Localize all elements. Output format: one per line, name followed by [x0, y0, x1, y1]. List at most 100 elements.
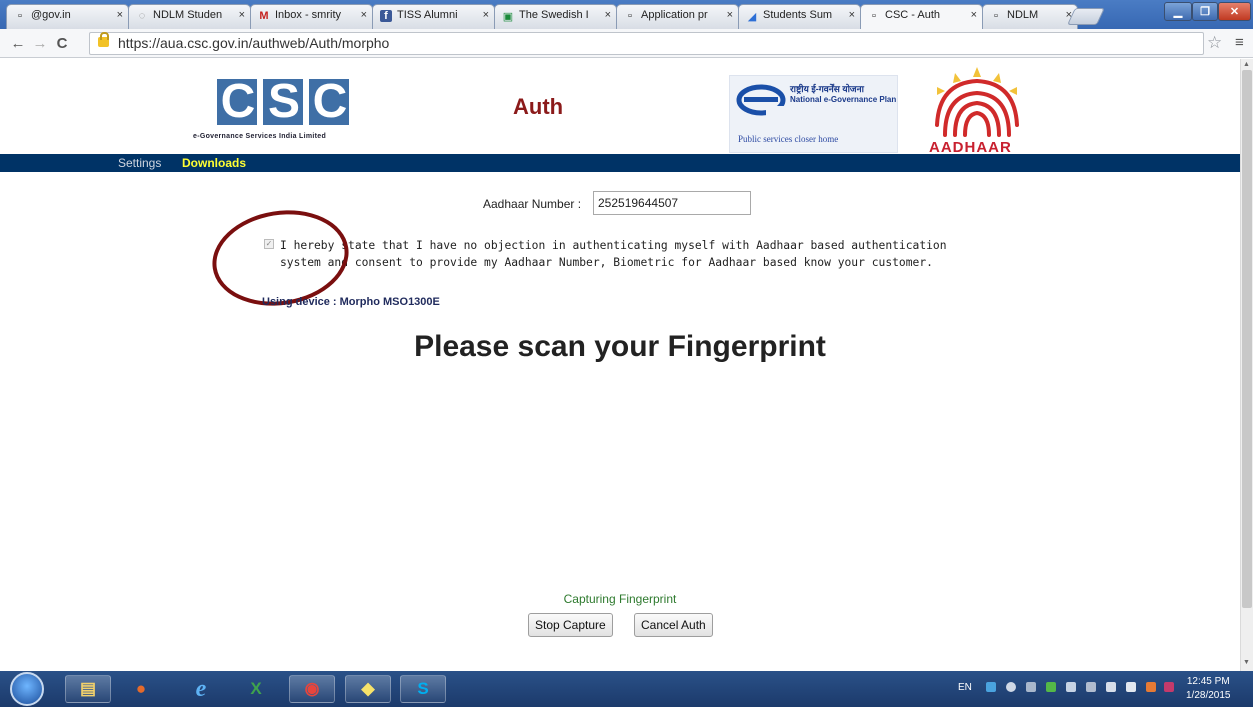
tab-ndlm-student[interactable]: ◌ NDLM Studen × — [128, 4, 251, 29]
tab-gov[interactable]: ▫ @gov.in × — [6, 4, 129, 29]
skype-icon[interactable]: S — [400, 675, 446, 703]
tab-title: Students Sum — [763, 9, 833, 21]
csc-letter: C — [309, 78, 349, 126]
close-icon[interactable]: × — [361, 9, 367, 21]
scrollbar-thumb[interactable] — [1242, 70, 1252, 608]
egov-tagline: Public services closer home — [738, 134, 839, 144]
language-indicator[interactable]: EN — [958, 682, 972, 693]
tab-title: Application pr — [641, 9, 708, 21]
scroll-down-icon[interactable]: ▼ — [1243, 659, 1250, 666]
csc-letters: C S C — [193, 78, 363, 126]
lock-icon — [98, 32, 109, 47]
egov-logo: राष्ट्रीय ई-गवर्नेंस योजना National e-Go… — [729, 75, 898, 153]
clock-date: 1/28/2015 — [1186, 690, 1231, 701]
device-label: Using device : Morpho MSO1300E — [262, 296, 440, 308]
close-icon[interactable]: × — [727, 9, 733, 21]
back-icon[interactable]: ← — [8, 33, 28, 53]
csc-letter: S — [263, 78, 303, 126]
consent-text: I hereby state that I have no objection … — [280, 239, 947, 269]
cancel-auth-button[interactable]: Cancel Auth — [634, 613, 713, 637]
chrome-icon[interactable]: ◉ — [289, 675, 335, 703]
app-tray-icon[interactable] — [1164, 682, 1174, 692]
file-explorer-icon[interactable]: ▤ — [65, 675, 111, 703]
address-bar[interactable]: https://aua.csc.gov.in/authweb/Auth/morp… — [89, 32, 1204, 55]
start-button[interactable] — [10, 672, 44, 706]
sticky-notes-icon[interactable]: ◆ — [345, 675, 391, 703]
tab-title: CSC - Auth — [885, 9, 941, 21]
network-tray-icon[interactable] — [986, 682, 996, 692]
gmail-icon: M — [259, 10, 269, 22]
clock-time: 12:45 PM — [1186, 676, 1230, 687]
drive-icon: ◢ — [747, 10, 757, 23]
signal-tray-icon[interactable] — [1086, 682, 1096, 692]
internet-explorer-icon[interactable]: e — [178, 675, 224, 703]
close-icon[interactable]: × — [483, 9, 489, 21]
aadhaar-number-input[interactable] — [593, 191, 751, 215]
page-content: C S C e-Governance Services India Limite… — [0, 59, 1240, 671]
excel-icon[interactable]: X — [233, 675, 279, 703]
close-icon[interactable]: × — [971, 9, 977, 21]
maximize-button[interactable]: ❐ — [1192, 2, 1218, 21]
tab-title: Inbox - smrity — [275, 9, 342, 21]
close-icon[interactable]: × — [239, 9, 245, 21]
tab-title: @gov.in — [31, 9, 71, 21]
page-icon: ▫ — [994, 10, 998, 22]
url-text: https://aua.csc.gov.in/authweb/Auth/morp… — [118, 35, 390, 51]
bookmark-star-icon[interactable]: ☆ — [1207, 33, 1222, 53]
minimize-button[interactable]: ▁ — [1164, 2, 1192, 21]
page-icon: ▫ — [18, 10, 22, 22]
aadhaar-logo: AADHAAR — [915, 65, 1040, 156]
windows-taskbar: ▤ ● e X ◉ ◆ S EN 12:45 PM 1/28/2015 — [0, 671, 1253, 707]
page-icon: ▫ — [872, 10, 876, 22]
tab-ndlm[interactable]: ▫ NDLM × — [982, 4, 1078, 29]
scan-instruction-heading: Please scan your Fingerprint — [414, 330, 826, 363]
wireless-tray-icon[interactable] — [1026, 682, 1036, 692]
doc-icon: ▣ — [502, 10, 514, 23]
new-tab-button[interactable] — [1067, 8, 1105, 25]
aadhaar-number-label: Aadhaar Number : — [483, 197, 582, 211]
media-center-icon[interactable]: ● — [118, 675, 164, 703]
csc-subtitle: e-Governance Services India Limited — [193, 133, 327, 140]
egov-e-icon — [736, 84, 786, 116]
browser-tab-strip: ▫ @gov.in × ◌ NDLM Studen × M Inbox - sm… — [0, 0, 1253, 29]
system-clock[interactable]: 12:45 PM 1/28/2015 — [1186, 675, 1231, 703]
page-icon: ▫ — [628, 10, 632, 22]
forward-icon[interactable]: → — [30, 33, 50, 53]
close-icon[interactable]: × — [117, 9, 123, 21]
volume-tray-icon[interactable] — [1146, 682, 1156, 692]
tab-title: The Swedish I — [519, 9, 589, 21]
security-tray-icon[interactable] — [1046, 682, 1056, 692]
tab-students-sum[interactable]: ◢ Students Sum × — [738, 4, 861, 29]
tab-swedish[interactable]: ▣ The Swedish I × — [494, 4, 617, 29]
close-icon[interactable]: × — [605, 9, 611, 21]
tab-tiss-alumni[interactable]: f TISS Alumni × — [372, 4, 495, 29]
egov-hindi-text: राष्ट्रीय ई-गवर्नेंस योजना — [790, 84, 864, 94]
battery-tray-icon[interactable] — [1106, 682, 1116, 692]
reload-icon[interactable]: C — [52, 33, 72, 53]
facebook-icon: f — [380, 10, 392, 22]
tab-title: NDLM — [1007, 9, 1039, 21]
close-window-button[interactable]: ✕ — [1218, 2, 1251, 21]
action-center-flag-icon[interactable] — [1126, 682, 1136, 692]
tab-title: NDLM Studen — [153, 9, 223, 21]
nav-downloads-link[interactable]: Downloads — [182, 156, 246, 170]
close-icon[interactable]: × — [849, 9, 855, 21]
tab-application[interactable]: ▫ Application pr × — [616, 4, 739, 29]
tab-inbox[interactable]: M Inbox - smrity × — [250, 4, 373, 29]
display-tray-icon[interactable] — [1066, 682, 1076, 692]
capture-status-text: Capturing Fingerprint — [563, 592, 677, 606]
page-title: Auth — [513, 94, 564, 119]
nav-settings-link[interactable]: Settings — [118, 156, 161, 170]
csc-logo: C S C e-Governance Services India Limite… — [193, 78, 363, 143]
menu-icon[interactable]: ≡ — [1235, 34, 1244, 51]
stop-capture-button[interactable]: Stop Capture — [528, 613, 613, 637]
tab-title: TISS Alumni — [397, 9, 458, 21]
egov-english-text: National e-Governance Plan — [790, 95, 897, 104]
scroll-up-icon[interactable]: ▲ — [1243, 61, 1250, 68]
browser-toolbar: ← → C https://aua.csc.gov.in/authweb/Aut… — [0, 29, 1253, 58]
nav-bar: Settings Downloads — [0, 154, 1240, 172]
bluetooth-tray-icon[interactable] — [1006, 682, 1016, 692]
aadhaar-fingerprint-icon — [935, 67, 1019, 137]
csc-letter: C — [217, 78, 257, 126]
tab-csc-auth[interactable]: ▫ CSC - Auth × — [860, 4, 983, 29]
